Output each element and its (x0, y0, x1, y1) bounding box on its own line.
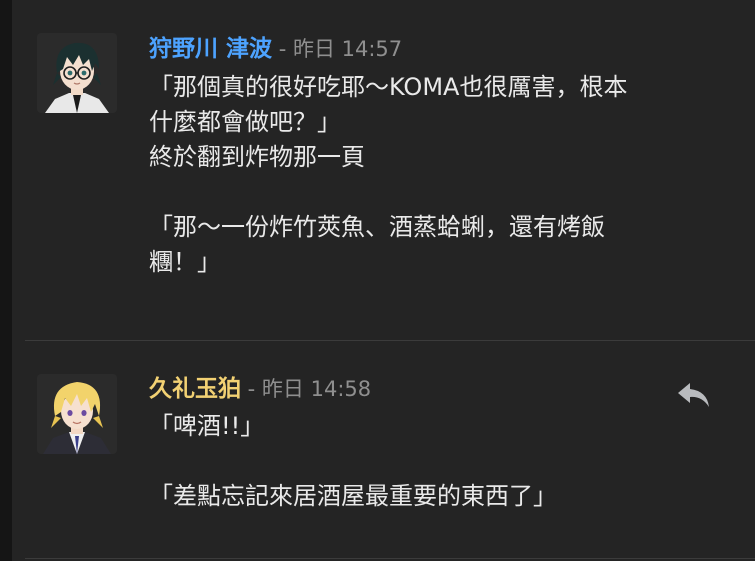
avatar[interactable] (37, 374, 117, 454)
chat-screen: 狩野川 津波 - 昨日 14:57 「那個真的很好吃耶〜KOMA也很厲害，根本 … (0, 0, 755, 561)
author-name[interactable]: 狩野川 津波 (149, 36, 272, 62)
message-line (149, 444, 714, 479)
message-header: 久礼玉狛 - 昨日 14:58 (149, 374, 371, 404)
message-line (149, 175, 714, 210)
chat-message: 久礼玉狛 - 昨日 14:58 「啤酒!!」 「差點忘記來居酒屋最重要的東西了」 (12, 341, 722, 561)
message-line: 終於翻到炸物那一頁 (149, 143, 365, 171)
message-divider (25, 558, 755, 559)
avatar[interactable] (37, 33, 117, 113)
message-text: 「那個真的很好吃耶〜KOMA也很厲害，根本 什麼都會做吧？」 終於翻到炸物那一頁… (149, 70, 714, 280)
message-line: 糰！」 (149, 248, 221, 276)
chat-message: 狩野川 津波 - 昨日 14:57 「那個真的很好吃耶〜KOMA也很厲害，根本 … (12, 0, 722, 340)
message-line: 「那個真的很好吃耶〜KOMA也很厲害，根本 (149, 73, 628, 101)
message-line: 「那〜一份炸竹莢魚、酒蒸蛤蜊，還有烤飯 (149, 213, 605, 241)
timestamp: - 昨日 14:58 (241, 377, 372, 401)
reply-icon[interactable] (677, 381, 711, 409)
message-line: 什麼都會做吧？」 (149, 108, 341, 136)
message-text: 「啤酒!!」 「差點忘記來居酒屋最重要的東西了」 (149, 409, 714, 514)
timestamp: - 昨日 14:57 (272, 37, 403, 61)
message-line: 「啤酒!!」 (149, 412, 265, 440)
message-line: 「差點忘記來居酒屋最重要的東西了」 (149, 482, 557, 510)
left-edge-strip (0, 0, 12, 561)
author-name[interactable]: 久礼玉狛 (149, 376, 241, 402)
message-header: 狩野川 津波 - 昨日 14:57 (149, 34, 402, 64)
